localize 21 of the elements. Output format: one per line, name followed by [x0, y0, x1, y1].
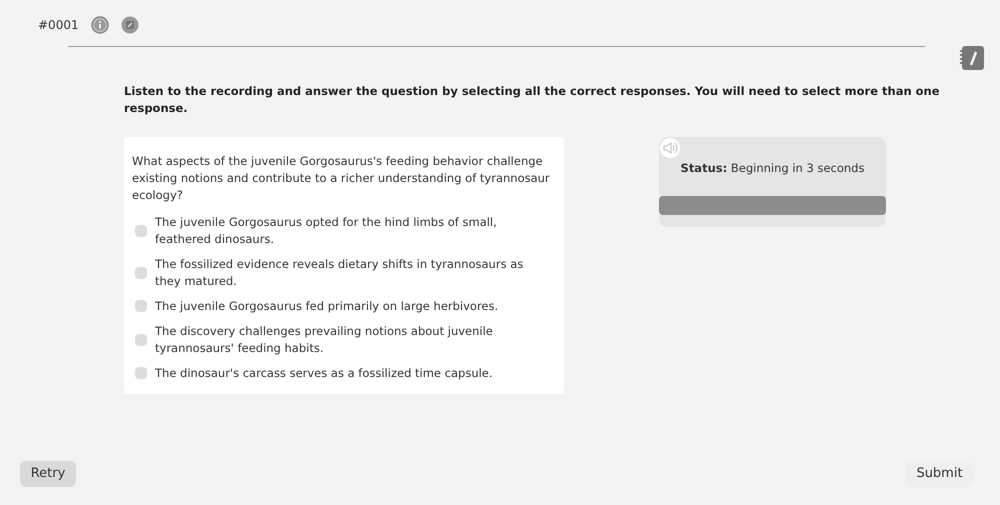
- instruction-text: Listen to the recording and answer the question by selecting all the correct responses. You will need to select more than one response.: [124, 83, 941, 118]
- option-text[interactable]: The dinosaur's carcass serves as a fossilized time capsule.: [155, 364, 525, 382]
- checkbox[interactable]: [135, 300, 147, 312]
- checkbox[interactable]: [135, 224, 147, 236]
- option-text[interactable]: The juvenile Gorgosaurus opted for the hind limbs of small, feathered dinosaurs.: [155, 214, 556, 248]
- checkbox[interactable]: [135, 334, 147, 346]
- retry-button[interactable]: Retry: [20, 461, 76, 487]
- question-text: What aspects of the juvenile Gorgosaurus's feeding behavior challenge existing notions and contribute to a richer understanding of tyrannosaur ecology?: [132, 152, 551, 204]
- option-text[interactable]: The juvenile Gorgosaurus fed primarily on large herbivores.: [155, 298, 530, 314]
- item-number: #0001: [38, 17, 79, 34]
- notes-icon[interactable]: [120, 16, 139, 34]
- option-text[interactable]: The fossilized evidence reveals dietary shifts in tyrannosaurs as they matured.: [155, 256, 556, 290]
- submit-button[interactable]: Submit: [906, 461, 973, 487]
- option-text[interactable]: The discovery challenges prevailing notions about juvenile tyrannosaurs' feeding habits.: [155, 322, 556, 356]
- checkbox[interactable]: [135, 266, 147, 278]
- info-icon[interactable]: [90, 16, 109, 34]
- speaker-icon[interactable]: [659, 136, 681, 158]
- status-text: Beginning in 3 seconds: [730, 160, 864, 174]
- notepad-icon[interactable]: [958, 44, 986, 72]
- status-label: Status:: [680, 160, 728, 174]
- checkbox[interactable]: [135, 367, 147, 379]
